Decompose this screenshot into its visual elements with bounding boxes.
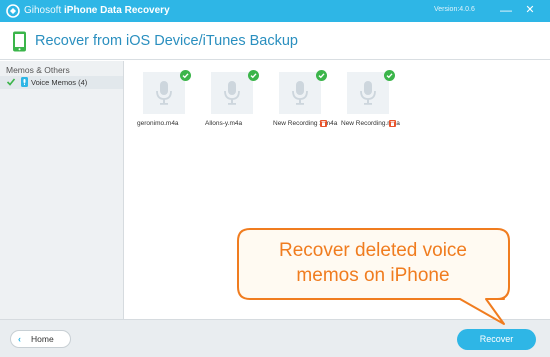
sidebar-item-voice-memos[interactable]: Voice Memos (4) bbox=[0, 76, 123, 89]
page-title: Recover from iOS Device/iTunes Backup bbox=[35, 33, 298, 49]
sidebar-item-label: Voice Memos (4) bbox=[31, 78, 88, 87]
callout-text: Recover deleted voice memos on iPhone bbox=[248, 238, 498, 288]
sidebar-group-label: Memos & Others bbox=[6, 65, 70, 75]
microphone-icon bbox=[360, 81, 376, 105]
close-button[interactable]: ✕ bbox=[521, 2, 539, 19]
file-thumbnail bbox=[143, 72, 185, 114]
home-button-label: Home bbox=[31, 334, 54, 344]
product-name: iPhone Data Recovery bbox=[64, 5, 170, 16]
chevron-left-icon: ‹ bbox=[18, 334, 21, 344]
microphone-icon bbox=[292, 81, 308, 105]
version-label: Version:4.0.6 bbox=[434, 6, 475, 13]
microphone-icon bbox=[21, 77, 28, 87]
title-bar: Gihosoft iPhone Data Recovery Version:4.… bbox=[0, 0, 550, 22]
checkbox-checked-icon[interactable] bbox=[6, 77, 16, 87]
minimize-button[interactable]: — bbox=[497, 2, 515, 19]
callout-line-2: memos on iPhone bbox=[296, 265, 450, 286]
file-thumbnail bbox=[211, 72, 253, 114]
close-icon: ✕ bbox=[525, 4, 535, 16]
callout-bubble: Recover deleted voice memos on iPhone bbox=[236, 227, 511, 326]
file-name: New Recording 2.m4a bbox=[273, 120, 338, 127]
home-button[interactable]: ‹ Home bbox=[10, 330, 71, 348]
microphone-icon bbox=[156, 81, 172, 105]
file-name: Allons-y.m4a bbox=[205, 120, 243, 127]
page-header: Recover from iOS Device/iTunes Backup bbox=[0, 22, 550, 60]
category-sidebar: Memos & Others Voice Memos (4) bbox=[0, 61, 124, 319]
file-thumbnail bbox=[347, 72, 389, 114]
check-icon[interactable] bbox=[180, 70, 191, 81]
minimize-icon: — bbox=[500, 3, 512, 17]
check-icon[interactable] bbox=[384, 70, 395, 81]
callout-line-1: Recover deleted voice bbox=[279, 240, 467, 261]
brand-name: Gihosoft bbox=[24, 5, 62, 16]
phone-icon bbox=[13, 31, 26, 52]
file-thumbnail bbox=[279, 72, 321, 114]
trash-icon bbox=[320, 120, 327, 127]
recover-button[interactable]: Recover bbox=[457, 329, 536, 350]
check-icon[interactable] bbox=[248, 70, 259, 81]
check-icon[interactable] bbox=[316, 70, 327, 81]
microphone-icon bbox=[224, 81, 240, 105]
gihosoft-logo-icon bbox=[6, 4, 20, 18]
file-name: New Recording.m4a bbox=[341, 120, 400, 127]
app-title: Gihosoft iPhone Data Recovery bbox=[24, 4, 170, 18]
trash-icon bbox=[389, 120, 396, 127]
file-name: geronimo.m4a bbox=[137, 120, 179, 127]
